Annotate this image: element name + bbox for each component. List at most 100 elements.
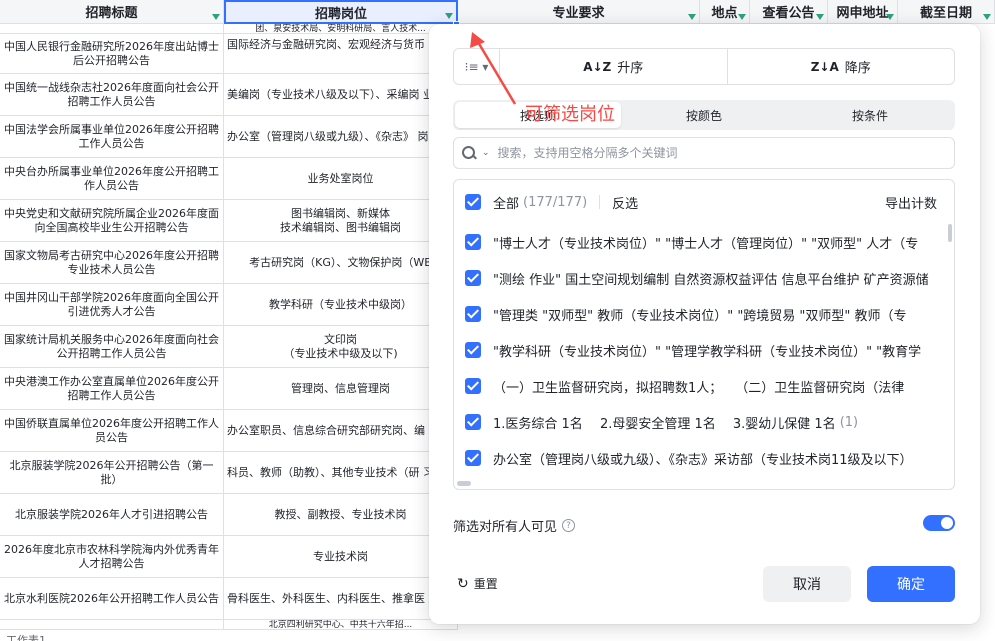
table-cell-position[interactable]: 办公室职员、信息综合研究部研究岗、编 助理编辑、办公室出纳岗、办公室文秘与 书、… [224,410,458,452]
horizontal-scrollbar[interactable] [457,481,471,486]
checkbox-checked-icon[interactable] [465,234,481,250]
checkbox-checked-icon[interactable] [465,270,481,286]
column-header-position[interactable]: 招聘岗位 [224,0,458,24]
column-header-deadline[interactable]: 截至日期 [898,0,995,24]
table-cell-title[interactable]: 中央港澳工作办公室直属单位2026年度公开招聘工作人员公告 [0,368,224,410]
table-cell-position[interactable]: 考古研究岗（KG）、文物保护岗（WB [224,242,458,284]
list-item[interactable]: "测绘 作业" 国土空间规划编制 自然资源权益评估 信息平台维护 矿产资源储 [454,260,951,296]
export-count-button[interactable]: 导出计数 [885,193,937,212]
table-cell-title[interactable]: 国家统计局机关服务中心2026年度面向社会公开招聘工作人员公告 [0,326,224,368]
sheet-tab[interactable]: 工作表1 [6,632,46,641]
chevron-down-icon[interactable]: ⌄ [482,148,490,158]
list-item[interactable]: "管理类 "双师型" 教师（专业技术岗位）" "跨境贸易 "双师型" 教师（专 [454,296,951,332]
checkbox-checked-icon[interactable] [465,194,481,210]
filter-marker-icon[interactable] [445,13,453,19]
vertical-scrollbar[interactable] [948,224,952,242]
table-cell-title[interactable]: 北京水利医院2026年公开招聘工作人员公告 [0,578,224,620]
table-cell-position[interactable]: 管理岗、信息管理岗 [224,368,458,410]
search-input[interactable] [497,146,918,160]
list-item[interactable]: "教学科研（专业技术岗位）" "管理学教学科研（专业技术岗位）" "教育学 [454,332,951,368]
table-cell-title[interactable]: 北京服装学院2026年公开招聘公告（第一批） [0,452,224,494]
cell-text: 北京服装学院2026年公开招聘公告（第一批） [9,458,214,486]
filter-marker-icon[interactable] [212,14,220,20]
visibility-label: 筛选对所有人可见 [453,520,558,535]
tab-by-color[interactable]: 按颜色 [621,102,787,128]
filter-panel: ⁝≡ ▾ A↓Z 升序 Z↓A 降序 按选项 按颜色 按条件 ⌄ 全部 ( [429,24,980,624]
help-icon[interactable]: ? [562,519,576,532]
cell-text: 教授、副教授、专业技术岗 [274,507,407,521]
filter-marker-icon[interactable] [688,14,696,20]
table-cell-title[interactable]: 中国法学会所属事业单位2026年度公开招聘工作人员公告 [0,116,224,158]
cell-text: 中国统一战线杂志社2026年度面向社会公开招聘工作人员公告 [4,80,219,108]
table-cell-position[interactable]: 教授、副教授、专业技术岗 [224,494,458,536]
cell-text: 中央党史和文献研究院所属企业2026年度面向全国高校毕业生公开招聘公告 [4,206,219,234]
table-cell-title[interactable]: 中央台办所属事业单位2026年度公开招聘工作人员公告 [0,158,224,200]
cell-text: 美编岗（专业技术八级及以下）、采编岗 业技术八级及以下）、综合管理岗（管理 及以… [227,87,457,101]
filter-marker-icon[interactable] [983,14,991,20]
cell-text: 中国井冈山干部学院2026年度面向全国公开引进优秀人才公告 [4,290,219,318]
cell-text: 北京水利医院2026年公开招聘工作人员公告 [4,591,219,605]
sort-descending-icon: Z↓A [810,59,839,74]
table-cell-position[interactable]: 国际经济与金融研究岗、宏观经济与货币 [224,34,458,74]
table-cell-title[interactable]: 国家文物局考古研究中心2026年度公开招聘专业技术人员公告 [0,242,224,284]
table-cell-position[interactable]: 科员、教师（助教）、其他专业技术（研 习员、助理实验师、助理会计师、助理经 员) [224,452,458,494]
table-cell-position[interactable]: 骨科医生、外科医生、内科医生、推拿医 放射诊断师、超声诊断师、麻醉医师、康 师 [224,578,458,620]
annotation-label: 可筛选岗位 [525,104,615,125]
checkbox-checked-icon[interactable] [465,414,481,430]
visibility-toggle[interactable] [923,515,955,531]
filter-marker-icon[interactable] [886,14,894,20]
column-header-apply-url[interactable]: 网申地址 [828,0,898,24]
table-cell-title[interactable] [0,620,224,630]
column-header-label: 网申地址 [836,6,889,21]
cell-text: 中国法学会所属事业单位2026年度公开招聘工作人员公告 [4,122,219,150]
invert-selection-button[interactable]: 反选 [612,193,638,212]
checkbox-checked-icon[interactable] [465,306,481,322]
table-cell-position[interactable]: 文印岗 （专业技术中级及以下) [224,326,458,368]
column-header-notice[interactable]: 查看公告 [750,0,828,24]
reset-button[interactable]: ↻ 重置 [457,575,498,592]
checkbox-checked-icon[interactable] [465,378,481,394]
cell-text: 中国侨联直属单位2026年度公开招聘工作人员公告 [4,416,219,444]
table-cell-position[interactable]: 团、泉安技术局、安明科研局、言人技术... [224,24,458,34]
cell-text: 北京服装学院2026年人才引进招聘公告 [15,507,208,521]
table-cell-title[interactable] [0,24,224,34]
table-cell-position[interactable]: 业务处室岗位 [224,158,458,200]
column-header-major[interactable]: 专业要求 [458,0,700,24]
checkbox-checked-icon[interactable] [465,450,481,466]
cell-text: 国际经济与金融研究岗、宏观经济与货币 [227,38,425,51]
table-cell-title[interactable]: 中国统一战线杂志社2026年度面向社会公开招聘工作人员公告 [0,74,224,116]
table-cell-title[interactable]: 北京服装学院2026年人才引进招聘公告 [0,494,224,536]
table-cell-position[interactable]: 北京四利研究中心、中共十六年招... [224,620,458,630]
table-cell-title[interactable]: 2026年度北京市农林科学院海内外优秀青年人才招聘公告 [0,536,224,578]
column-header-label: 专业要求 [552,6,605,21]
sort-options-icon[interactable]: ⁝≡ ▾ [454,49,499,84]
confirm-button[interactable]: 确定 [867,566,955,602]
sort-descending-button[interactable]: Z↓A 降序 [726,49,955,84]
table-cell-title[interactable]: 中国井冈山干部学院2026年度面向全国公开引进优秀人才公告 [0,284,224,326]
list-item[interactable]: "博士人才（专业技术岗位）" "博士人才（管理岗位）" "双师型" 人才（专 [454,224,951,260]
table-cell-title[interactable]: 中国人民银行金融研究所2026年度出站博士后公开招聘公告 [0,34,224,74]
table-cell-position[interactable]: 专业技术岗 [224,536,458,578]
sort-ascending-button[interactable]: A↓Z 升序 [499,49,727,84]
filter-marker-icon[interactable] [738,14,746,20]
table-cell-position[interactable]: 教学科研（专业技术中级岗） [224,284,458,326]
table-cell-position[interactable]: 美编岗（专业技术八级及以下）、采编岗 业技术八级及以下）、综合管理岗（管理 及以… [224,74,458,116]
list-item[interactable]: 1.医务综合 1名 2.母婴安全管理 1名 3.婴幼儿保健 1名 (1) [454,404,951,440]
sort-ascending-icon: A↓Z [583,59,612,74]
table-cell-title[interactable]: 中央党史和文献研究院所属企业2026年度面向全国高校毕业生公开招聘公告 [0,200,224,242]
tab-by-condition[interactable]: 按条件 [787,102,953,128]
select-all-row[interactable]: 全部 (177/177) 反选 导出计数 [454,184,951,220]
cell-text: 图书编辑岗、新媒体 技术编辑岗、图书编辑岗 [280,206,401,234]
list-item[interactable]: 办公室（管理岗八级或九级）、《杂志》采访部（专业技术岗11级及以下） [454,440,951,476]
table-cell-position[interactable]: 图书编辑岗、新媒体 技术编辑岗、图书编辑岗 [224,200,458,242]
column-header-title[interactable]: 招聘标题 [0,0,224,24]
cell-text: 骨科医生、外科医生、内科医生、推拿医 放射诊断师、超声诊断师、麻醉医师、康 师 [227,591,457,605]
table-cell-title[interactable]: 中国侨联直属单位2026年度公开招聘工作人员公告 [0,410,224,452]
table-cell-position[interactable]: 办公室（管理岗八级或九级）、《杂志》 岗（专业技术岗11级及以下）、行政财务 室… [224,116,458,158]
checkbox-checked-icon[interactable] [465,342,481,358]
cancel-button[interactable]: 取消 [763,566,851,602]
search-icon[interactable] [462,146,476,160]
column-header-location[interactable]: 地点 [700,0,750,24]
list-item[interactable]: （一）卫生监督研究岗，拟招聘数1人； （二）卫生监督研究岗（法律 [454,368,951,404]
filter-marker-icon[interactable] [816,14,824,20]
